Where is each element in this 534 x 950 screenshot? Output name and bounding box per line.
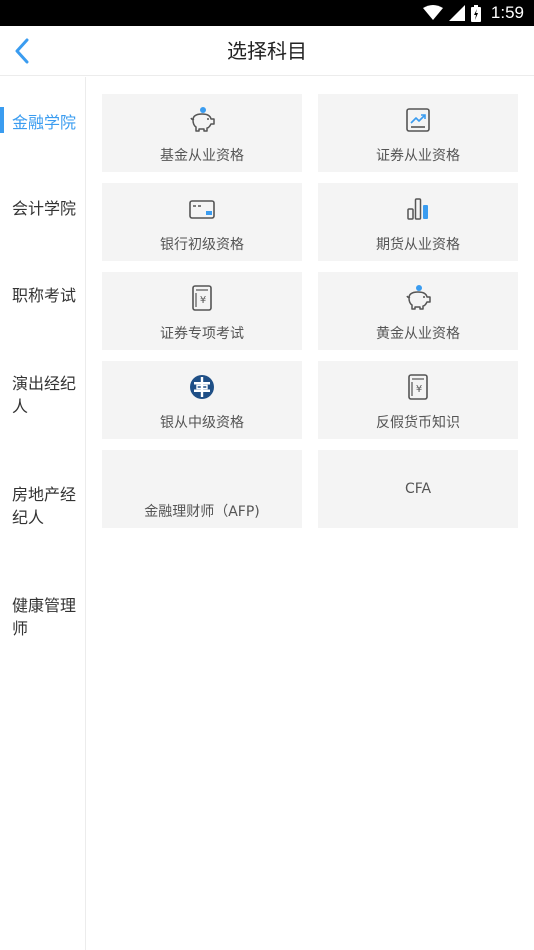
subject-card-cfa[interactable]: CFA [318, 450, 518, 528]
sidebar-item-accounting[interactable]: 会计学院 [0, 197, 86, 220]
subject-label: 证券从业资格 [376, 148, 460, 164]
subject-card-futures[interactable]: 期货从业资格 [318, 183, 518, 261]
status-time: 1:59 [490, 3, 524, 22]
subject-card-anti-counterfeit[interactable]: ¥ 反假货币知识 [318, 361, 518, 439]
sidebar-item-label: 会计学院 [12, 199, 77, 218]
subject-label: 黄金从业资格 [376, 326, 460, 342]
piggy-bank-icon [188, 106, 216, 134]
subject-label: 银行初级资格 [160, 237, 244, 253]
battery-icon [470, 4, 481, 22]
subject-label: 期货从业资格 [376, 237, 460, 253]
bank-logo-icon [188, 373, 216, 401]
sidebar-item-performance-agent[interactable]: 演出经纪人 [0, 372, 86, 418]
yuan-book-icon: ¥ [404, 373, 432, 401]
signal-icon [448, 5, 465, 21]
sidebar-item-label: 房地产经纪人 [12, 485, 77, 527]
sidebar-item-real-estate-agent[interactable]: 房地产经纪人 [0, 483, 86, 529]
status-icons: 1:59 [422, 3, 524, 23]
sidebar-item-label: 演出经纪人 [12, 374, 77, 416]
svg-text:¥: ¥ [416, 384, 422, 395]
piggy-bank-icon [404, 284, 432, 312]
subject-label: 基金从业资格 [160, 148, 244, 164]
page-title: 选择科目 [227, 39, 307, 63]
subject-card-bank-junior[interactable]: 银行初级资格 [102, 183, 302, 261]
sidebar-item-finance[interactable]: 金融学院 [0, 111, 86, 134]
subject-label: 银从中级资格 [160, 415, 244, 431]
subject-label: 证券专项考试 [160, 326, 244, 342]
subject-card-afp[interactable]: 金融理财师（AFP) [102, 450, 302, 528]
wifi-icon [422, 5, 443, 20]
subject-card-securities[interactable]: 证券从业资格 [318, 94, 518, 172]
stock-chart-icon [404, 106, 432, 134]
subject-card-gold[interactable]: 黄金从业资格 [318, 272, 518, 350]
header: 选择科目 [0, 26, 534, 76]
subject-label: 反假货币知识 [376, 415, 460, 431]
bank-card-icon [188, 195, 216, 223]
subject-label: 金融理财师（AFP) [144, 504, 260, 520]
svg-text:¥: ¥ [200, 295, 206, 306]
sidebar-item-label: 职称考试 [12, 286, 77, 305]
sidebar-item-health-manager[interactable]: 健康管理师 [0, 594, 86, 640]
subject-label: CFA [404, 481, 432, 497]
category-sidebar: 金融学院 会计学院 职称考试 演出经纪人 房地产经纪人 健康管理师 [0, 77, 86, 950]
sidebar-item-label: 金融学院 [12, 113, 77, 132]
subject-card-bank-intermediate[interactable]: 银从中级资格 [102, 361, 302, 439]
sidebar-item-label: 健康管理师 [12, 596, 77, 638]
sidebar-item-professional-title[interactable]: 职称考试 [0, 284, 86, 307]
bar-chart-icon [404, 195, 432, 223]
status-bar: 1:59 [0, 0, 534, 26]
subject-card-securities-special[interactable]: ¥ 证券专项考试 [102, 272, 302, 350]
subject-card-fund[interactable]: 基金从业资格 [102, 94, 302, 172]
yuan-book-icon: ¥ [188, 284, 216, 312]
